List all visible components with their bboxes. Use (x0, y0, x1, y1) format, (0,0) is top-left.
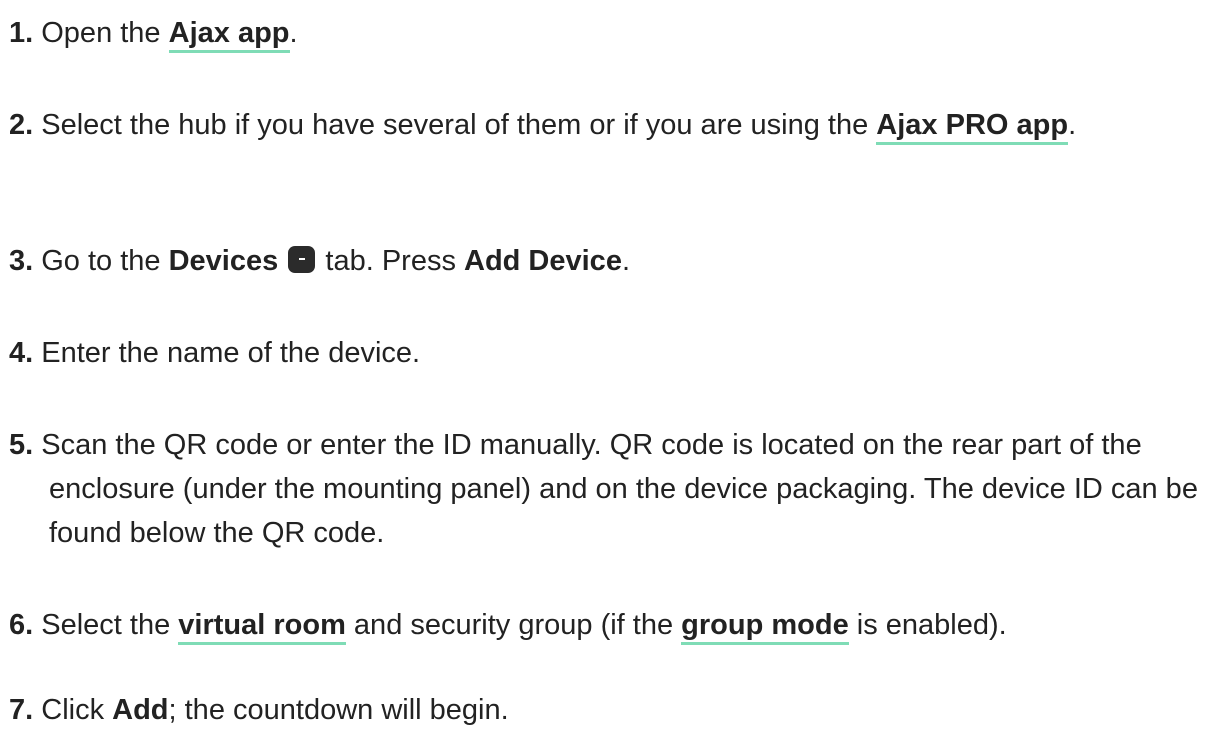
step-text: Select the (41, 609, 179, 641)
step-text: Scan the QR code or enter the ID manuall… (41, 429, 1198, 549)
step-7: 7. Click Add; the countdown will begin. (9, 688, 1209, 732)
group-mode-link[interactable]: group mode (681, 609, 849, 645)
step-body: 2. Select the hub if you have several of… (9, 103, 1159, 147)
step-3: 3. Go to the Devices tab. Press Add Devi… (9, 239, 1209, 283)
virtual-room-link[interactable]: virtual room (178, 609, 346, 645)
step-text: Click (41, 694, 113, 726)
step-number: 4. (9, 337, 34, 369)
step-number: 2. (9, 109, 34, 141)
devices-label: Devices (168, 245, 279, 277)
step-text: and security group (if the (345, 609, 682, 641)
step-text: . (621, 245, 631, 277)
step-text: ; the countdown will begin. (168, 694, 509, 726)
step-number: 6. (9, 609, 34, 641)
step-text: is enabled). (848, 609, 1007, 641)
step-4: 4. Enter the name of the device. (9, 331, 1209, 375)
step-number: 7. (9, 694, 34, 726)
ajax-pro-app-link[interactable]: Ajax PRO app (876, 109, 1069, 145)
step-body: 5. Scan the QR code or enter the ID manu… (9, 423, 1204, 555)
devices-tab-icon (288, 246, 316, 273)
step-text: Go to the (41, 245, 169, 277)
step-number: 1. (9, 17, 34, 49)
step-text: Open the (41, 17, 169, 49)
step-2: 2. Select the hub if you have several of… (9, 103, 1159, 147)
step-text: tab. Press (317, 245, 464, 277)
step-6: 6. Select the virtual room and security … (9, 603, 1219, 647)
ajax-app-link[interactable]: Ajax app (168, 17, 290, 53)
step-text: . (289, 17, 298, 49)
add-label: Add (112, 694, 169, 726)
step-number: 3. (9, 245, 34, 277)
step-text: Enter the name of the device. (41, 337, 421, 369)
step-text: . (1068, 109, 1077, 141)
add-device-label: Add Device (464, 245, 622, 277)
step-1: 1. Open the Ajax app. (9, 11, 1209, 55)
step-5: 5. Scan the QR code or enter the ID manu… (9, 423, 1204, 555)
step-text: Select the hub if you have several of th… (41, 109, 877, 141)
step-number: 5. (9, 429, 34, 461)
